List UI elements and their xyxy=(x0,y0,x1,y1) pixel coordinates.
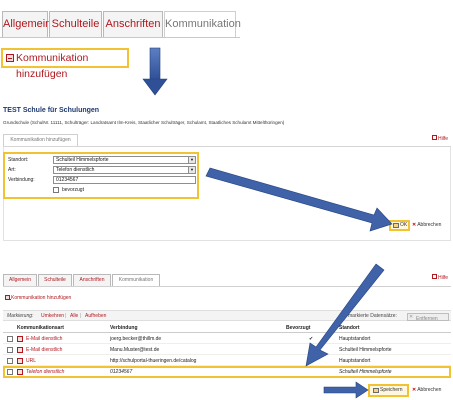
row-art[interactable]: URL xyxy=(26,358,36,364)
ok-label: OK xyxy=(400,222,408,228)
row-bevorzugt: ✔ xyxy=(309,336,314,342)
delete-icon: ✕ xyxy=(409,314,414,320)
row-checkbox[interactable] xyxy=(7,336,13,342)
row-checkbox[interactable] xyxy=(7,358,13,364)
bevorzugt-checkbox[interactable] xyxy=(53,187,59,193)
save-label: Speichern xyxy=(380,387,403,393)
col-bevorzugt[interactable]: Bevorzugt xyxy=(286,325,310,331)
add-icon xyxy=(6,54,14,62)
umkehren-link[interactable]: Umkehren xyxy=(41,313,64,319)
add-kommunikation-label: Kommunikation hinzufügen xyxy=(16,52,89,80)
add-icon xyxy=(5,295,11,300)
help-link[interactable]: Hilfe xyxy=(432,274,448,281)
tab-allgemein[interactable]: Allgemein xyxy=(2,11,51,38)
art-select[interactable]: Telefon dienstlich ▼ xyxy=(53,166,196,174)
verbindung-label: Verbindung: xyxy=(8,177,35,183)
arrow-right-icon xyxy=(323,381,369,399)
col-verbindung[interactable]: Verbindung xyxy=(110,325,138,331)
ok-icon xyxy=(393,223,399,228)
standort-select[interactable]: Schulteil Himmelspforte ▼ xyxy=(53,156,196,164)
table-row[interactable]: URL http://schulportal-thueringen.de/cat… xyxy=(3,356,451,366)
close-icon: ✕ xyxy=(412,387,417,393)
close-icon: ✕ xyxy=(412,222,417,228)
row-verbindung: 01234567 xyxy=(110,369,133,375)
tab-kommunikation[interactable]: Kommunikation xyxy=(164,11,241,38)
add-kommunikation-label: Kommunikation hinzufügen xyxy=(11,295,72,301)
help-label: Hilfe xyxy=(438,136,449,142)
table-row[interactable]: E-Mail dienstlich Manu.Muster@test.de Sc… xyxy=(3,345,451,355)
ok-button[interactable]: OK xyxy=(389,220,410,231)
cancel-label: Abbrechen xyxy=(417,387,442,393)
standort-label: Standort: xyxy=(8,157,29,163)
tab-kommunikation-hinzufuegen[interactable]: Kommunikation hinzufügen xyxy=(3,134,78,146)
add-kommunikation-link[interactable]: Kommunikation hinzufügen xyxy=(5,295,71,301)
row-standort: Schulteil Himmelspforte xyxy=(339,369,392,375)
cancel-label: Abbrechen xyxy=(417,222,442,228)
list-tab-divider xyxy=(3,286,451,287)
separator: | xyxy=(65,313,67,319)
row-checkbox[interactable] xyxy=(7,369,13,375)
tab-anschriften[interactable]: Anschriften xyxy=(73,274,111,286)
cancel-button[interactable]: ✕Abbrechen xyxy=(412,222,441,228)
art-value: Telefon dienstlich xyxy=(56,167,95,173)
save-button[interactable]: Speichern xyxy=(368,384,409,397)
tab-divider xyxy=(0,37,240,38)
marking-toolbar: Markierung: Umkehren | Alle | Aufheben m… xyxy=(3,310,451,322)
tab-kommunikation[interactable]: Kommunikation xyxy=(112,274,160,286)
row-art[interactable]: E-Mail dienstlich xyxy=(26,347,62,353)
row-standort: Schulteil Himmelspforte xyxy=(339,347,392,353)
table-row-new[interactable]: Telefon dienstlich 01234567 Schulteil Hi… xyxy=(3,366,451,378)
school-subtitle: Grundschule (SchulNr. 11111, Schulträger… xyxy=(3,120,285,125)
verbindung-input[interactable]: 01234567 xyxy=(53,176,196,184)
help-link[interactable]: Hilfe xyxy=(432,135,448,142)
save-icon xyxy=(373,388,379,393)
art-label: Art: xyxy=(8,167,16,173)
help-icon xyxy=(432,135,437,140)
row-standort: Hauptstandort xyxy=(339,336,371,342)
row-standort: Hauptstandort xyxy=(339,358,371,364)
edit-icon[interactable] xyxy=(17,358,23,364)
tab-anschriften[interactable]: Anschriften xyxy=(103,11,163,38)
communication-form: Standort: Schulteil Himmelspforte ▼ Art:… xyxy=(3,152,199,199)
alle-link[interactable]: Alle xyxy=(70,313,78,319)
tab-schulteile[interactable]: Schulteile xyxy=(49,11,102,38)
marked-records-label: markierte Datensätze: xyxy=(348,313,397,319)
table-header: Kommunikationsart Verbindung Bevorzugt S… xyxy=(3,323,451,333)
entfernen-label: Entfernen xyxy=(416,316,438,322)
edit-icon[interactable] xyxy=(17,369,23,375)
row-verbindung: Manu.Muster@test.de xyxy=(110,347,160,353)
col-standort[interactable]: Standort xyxy=(339,325,360,331)
row-verbindung: http://schulportal-thueringen.de/catalog xyxy=(110,358,197,364)
bevorzugt-label: bevorzugt xyxy=(62,187,84,193)
aufheben-link[interactable]: Aufheben xyxy=(85,313,106,319)
edit-icon[interactable] xyxy=(17,336,23,342)
col-kommunikationsart[interactable]: Kommunikationsart xyxy=(17,325,64,331)
tab-schulteile[interactable]: Schulteile xyxy=(38,274,72,286)
help-icon xyxy=(432,274,437,279)
add-kommunikation-link[interactable]: Kommunikation hinzufügen xyxy=(1,48,129,80)
markierung-label: Markierung: xyxy=(7,313,34,319)
cancel-button[interactable]: ✕Abbrechen xyxy=(412,387,441,393)
chevron-down-icon: ▼ xyxy=(188,167,195,173)
arrow-down-icon xyxy=(142,47,168,96)
help-label: Hilfe xyxy=(438,275,449,281)
school-title: TEST Schule für Schulungen xyxy=(3,107,100,114)
separator: | xyxy=(80,313,82,319)
row-art[interactable]: Telefon dienstlich xyxy=(26,369,64,375)
entfernen-button[interactable]: ✕ Entfernen xyxy=(407,313,449,322)
standort-value: Schulteil Himmelspforte xyxy=(56,157,109,163)
edit-icon[interactable] xyxy=(17,347,23,353)
tab-allgemein[interactable]: Allgemein xyxy=(3,274,37,286)
row-art[interactable]: E-Mail dienstlich xyxy=(26,336,62,342)
table-row[interactable]: E-Mail dienstlich joerg.becker@thillm.de… xyxy=(3,334,451,344)
row-checkbox[interactable] xyxy=(7,347,13,353)
chevron-down-icon: ▼ xyxy=(188,157,195,163)
row-verbindung: joerg.becker@thillm.de xyxy=(110,336,162,342)
